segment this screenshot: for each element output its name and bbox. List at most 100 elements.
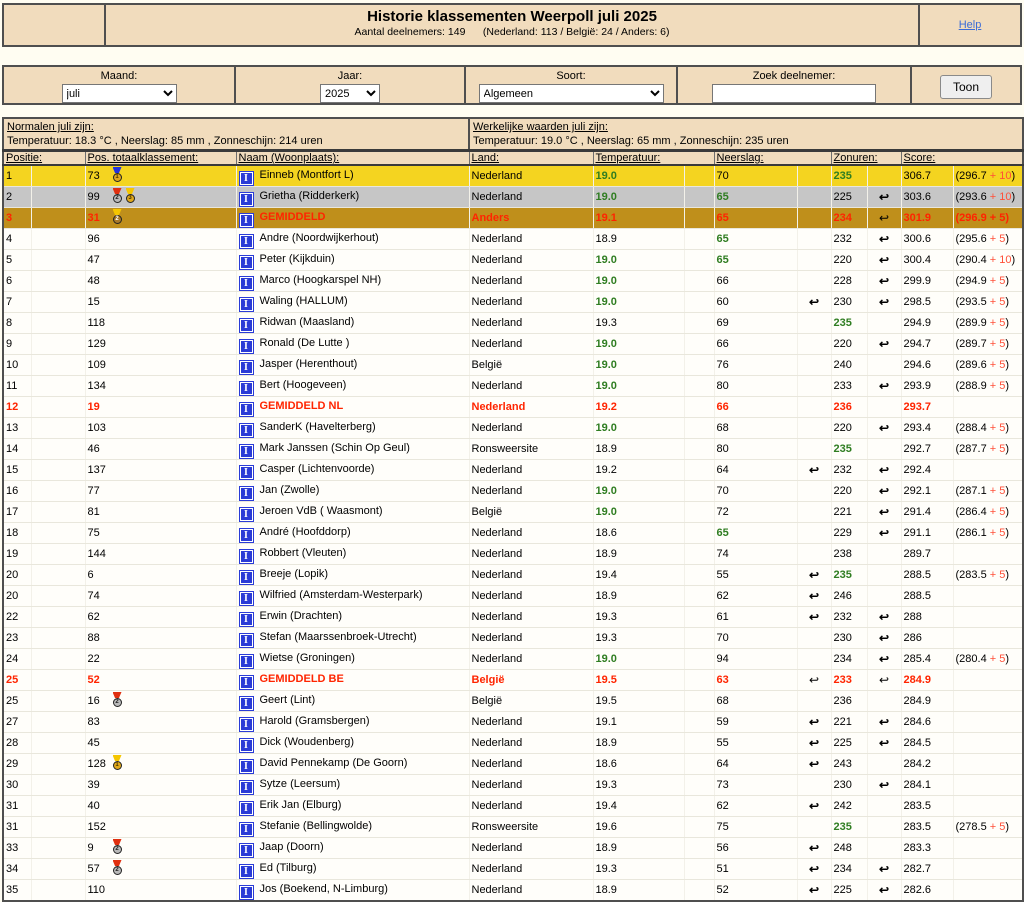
ranking-tbody: 1731IEinneb (Montfort L)Nederland19.0702… — [3, 165, 1023, 901]
info-icon[interactable]: I — [239, 780, 254, 795]
table-row: 13103ISanderK (Havelterberg)Nederland19.… — [3, 418, 1023, 439]
detail-close: ) — [1005, 569, 1009, 581]
info-icon[interactable]: I — [239, 843, 254, 858]
toon-cell: Toon — [912, 67, 1020, 103]
temperatuur-cell: 18.9 — [593, 733, 684, 754]
info-icon[interactable]: I — [239, 213, 254, 228]
info-icon[interactable]: I — [239, 360, 254, 375]
neerslag-arrow-cell: ↩ — [797, 670, 831, 691]
neerslag-cell: 70 — [714, 165, 797, 187]
spacer-cell — [31, 376, 85, 397]
naam-cell: IAndré (Hoofddorp) — [236, 523, 469, 544]
table-row: 31152IStefanie (Bellingwolde)Ronsweersit… — [3, 817, 1023, 838]
neerslag-cell: 94 — [714, 649, 797, 670]
info-icon[interactable]: I — [239, 885, 254, 900]
info-icon[interactable]: I — [239, 591, 254, 606]
deelnemer-naam: Jaap (Doorn) — [260, 841, 324, 853]
zoek-deelnemer-input[interactable] — [712, 84, 876, 103]
score-cell: 284.9 — [901, 670, 953, 691]
zonuren-arrow-cell: ↩ — [867, 376, 901, 397]
neerslag-cell: 61 — [714, 607, 797, 628]
land-cell: Nederland — [469, 418, 593, 439]
positie-cell: 4 — [3, 229, 31, 250]
pos-totaal-value: 152 — [88, 818, 110, 836]
info-icon[interactable]: I — [239, 738, 254, 753]
info-icon[interactable]: I — [239, 339, 254, 354]
spacer-cell — [31, 523, 85, 544]
pos-totaal-value: 57 — [88, 860, 110, 878]
zonuren-cell: 220 — [831, 418, 867, 439]
maand-select[interactable]: juli — [62, 84, 177, 103]
info-icon[interactable]: I — [239, 801, 254, 816]
col-header-neerslag: Neerslag: — [714, 151, 831, 166]
info-icon[interactable]: I — [239, 507, 254, 522]
return-arrow-icon: ↩ — [879, 335, 889, 353]
info-icon[interactable]: I — [239, 570, 254, 585]
spacer-cell — [31, 292, 85, 313]
info-icon[interactable]: I — [239, 759, 254, 774]
info-icon[interactable]: I — [239, 717, 254, 732]
jaar-select[interactable]: 2025 — [320, 84, 380, 103]
table-row: 3140IErik Jan (Elburg)Nederland19.462↩24… — [3, 796, 1023, 817]
neerslag-cell: 65 — [714, 208, 797, 229]
table-row: 3039ISytze (Leersum)Nederland19.373230↩2… — [3, 775, 1023, 796]
zonuren-arrow-cell — [867, 838, 901, 859]
info-icon[interactable]: I — [239, 381, 254, 396]
land-cell: Ronsweersite — [469, 817, 593, 838]
spacer-cell — [31, 439, 85, 460]
info-icon[interactable]: I — [239, 171, 254, 186]
spacer-cell — [31, 796, 85, 817]
temperatuur-cell: 19.0 — [593, 334, 684, 355]
info-icon[interactable]: I — [239, 402, 254, 417]
temp-arrow-cell — [684, 502, 714, 523]
info-icon[interactable]: I — [239, 192, 254, 207]
temp-arrow-cell — [684, 271, 714, 292]
info-icon[interactable]: I — [239, 234, 254, 249]
pos-totaal-cell: 312 — [85, 208, 236, 229]
deelnemer-naam: Jan (Zwolle) — [260, 484, 320, 496]
pos-totaal-value: 16 — [88, 692, 110, 710]
info-icon[interactable]: I — [239, 612, 254, 627]
zonuren-cell: 246 — [831, 586, 867, 607]
positie-cell: 2 — [3, 187, 31, 208]
info-icon[interactable]: I — [239, 486, 254, 501]
info-icon[interactable]: I — [239, 318, 254, 333]
neerslag-cell: 80 — [714, 376, 797, 397]
neerslag-arrow-cell: ↩ — [797, 880, 831, 902]
temp-arrow-cell — [684, 565, 714, 586]
info-icon[interactable]: I — [239, 549, 254, 564]
detail-bonus: + 5 — [990, 569, 1006, 581]
info-icon[interactable]: I — [239, 654, 254, 669]
info-icon[interactable]: I — [239, 822, 254, 837]
soort-select[interactable]: Algemeen — [479, 84, 664, 103]
land-cell: Nederland — [469, 628, 593, 649]
info-icon[interactable]: I — [239, 276, 254, 291]
spacer-cell — [31, 565, 85, 586]
pos-totaal-cell: 144 — [85, 544, 236, 565]
info-icon[interactable]: I — [239, 528, 254, 543]
info-icon[interactable]: I — [239, 696, 254, 711]
neerslag-arrow-cell — [797, 502, 831, 523]
info-icon[interactable]: I — [239, 465, 254, 480]
info-icon[interactable]: I — [239, 675, 254, 690]
info-icon[interactable]: I — [239, 444, 254, 459]
info-icon[interactable]: I — [239, 864, 254, 879]
temp-arrow-cell — [684, 817, 714, 838]
help-link[interactable]: Help — [959, 19, 982, 31]
header-title-cell: Historie klassementen Weerpoll juli 2025… — [106, 5, 920, 45]
info-icon[interactable]: I — [239, 297, 254, 312]
info-icon[interactable]: I — [239, 423, 254, 438]
temp-arrow-cell — [684, 796, 714, 817]
deelnemer-naam: Sytze (Leersum) — [260, 778, 341, 790]
score-detail-cell — [953, 775, 1023, 796]
land-cell: Nederland — [469, 397, 593, 418]
neerslag-cell: 76 — [714, 355, 797, 376]
spacer-cell — [31, 733, 85, 754]
info-icon[interactable]: I — [239, 255, 254, 270]
temp-arrow-cell — [684, 355, 714, 376]
neerslag-cell: 55 — [714, 565, 797, 586]
info-icon[interactable]: I — [239, 633, 254, 648]
zonuren-arrow-cell: ↩ — [867, 628, 901, 649]
pos-totaal-cell: 15 — [85, 292, 236, 313]
toon-button[interactable]: Toon — [940, 75, 992, 99]
